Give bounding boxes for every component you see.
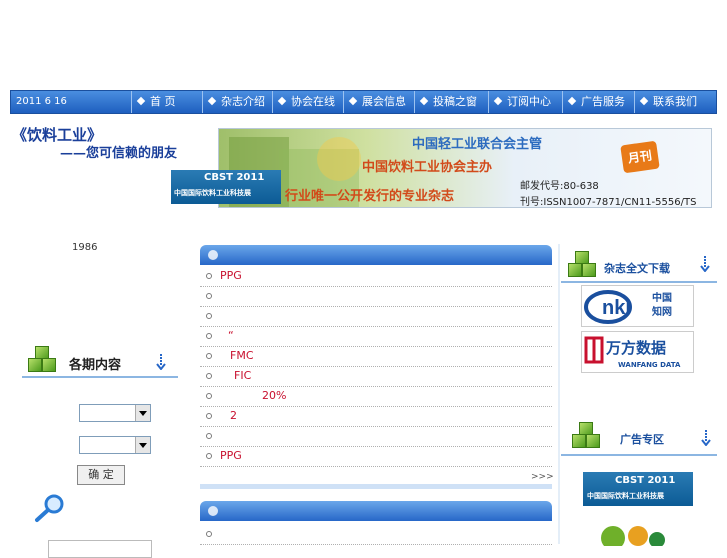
bullet-icon [206, 393, 212, 399]
nav-item-ads[interactable]: 广告服务 [562, 91, 634, 113]
nav-item-home[interactable]: 首 页 [131, 91, 202, 113]
news-panel-header [200, 245, 552, 265]
ads-title: 广告专区 [620, 433, 664, 446]
list-item[interactable] [200, 524, 552, 545]
list-item[interactable]: FIC [200, 366, 552, 387]
list-item[interactable]: 20% [200, 386, 552, 407]
search-input[interactable] [48, 540, 152, 558]
diamond-icon [136, 96, 146, 106]
nav-item-association[interactable]: 协会在线 [272, 91, 343, 113]
bullet-icon [206, 373, 212, 379]
diamond-icon [567, 96, 577, 106]
list-item[interactable]: PPG [200, 446, 552, 467]
list-item[interactable]: 2 [200, 406, 552, 427]
second-panel-header [200, 501, 552, 521]
banner-sponsor: 中国饮料工业协会主办 [362, 160, 493, 175]
nav-item-submission[interactable]: 投稿之窗 [414, 91, 488, 113]
diamond-icon [207, 96, 217, 106]
cubes-icon [26, 346, 58, 374]
bullet-icon [206, 413, 212, 419]
list-item[interactable]: FMC [200, 346, 552, 367]
diamond-icon [277, 96, 287, 106]
chevron-down-icon [135, 437, 150, 453]
list-item[interactable] [200, 426, 552, 447]
cbst-banner-title: CBST 2011 [204, 172, 265, 183]
cbst-ad-title: CBST 2011 [615, 475, 676, 486]
arrow-down-icon [700, 256, 710, 272]
logo-slogan: ——您可信赖的朋友 [60, 146, 178, 161]
nav-date: 2011 6 16 [16, 96, 67, 107]
wanfang-link[interactable]: 万方数据 WANFANG DATA [581, 331, 694, 373]
cnki-link[interactable]: nki 中国知网 [581, 285, 694, 327]
monthly-badge: 月刊 [620, 140, 660, 174]
cbst-ad-subtitle: 中国国际饮料工业科技展 [587, 492, 664, 500]
bullet-icon [206, 273, 212, 279]
bullet-icon [206, 333, 212, 339]
wanfang-label: 万方数据 [606, 339, 667, 357]
issue-select[interactable] [79, 436, 151, 454]
download-title: 杂志全文下载 [604, 262, 670, 275]
list-item[interactable]: “ [200, 326, 552, 347]
bullet-icon [206, 531, 212, 537]
banner-supervisor: 中国轻工业联合会主管 [412, 137, 543, 152]
diamond-icon [639, 96, 649, 106]
arrow-down-icon [156, 354, 166, 370]
cnki-label: 中国知网 [652, 293, 672, 318]
beverage-ad[interactable] [583, 520, 693, 550]
arrow-down-icon [701, 430, 711, 446]
panel-footer [200, 484, 552, 489]
bullet-icon [206, 453, 212, 459]
nav-item-exhibition[interactable]: 展会信息 [343, 91, 414, 113]
bullet-icon [206, 313, 212, 319]
issn-number: 刊号:ISSN1007-7871/CN11-5556/TS [520, 197, 697, 208]
chevron-down-icon [135, 405, 150, 421]
diamond-icon [419, 96, 429, 106]
bullet-icon [206, 293, 212, 299]
nav-label: 协会在线 [291, 95, 335, 108]
nav-label: 首 页 [150, 95, 176, 108]
postal-code: 邮发代号:80-638 [520, 181, 599, 192]
nav-item-contact[interactable]: 联系我们 [634, 91, 710, 113]
more-link[interactable]: >>> [531, 472, 554, 482]
nav-item-intro[interactable]: 杂志介绍 [202, 91, 272, 113]
confirm-button[interactable]: 确 定 [77, 465, 125, 485]
svg-text:nki: nki [602, 297, 631, 319]
year-select[interactable] [79, 404, 151, 422]
founded-year: 1986 [72, 242, 98, 253]
panel-icon [208, 506, 218, 516]
issues-title: 各期内容 [69, 358, 122, 373]
column-divider [558, 244, 560, 544]
beverage-ad-logo [601, 526, 665, 550]
wanfang-sublabel: WANFANG DATA [618, 361, 681, 369]
bullet-icon [206, 353, 212, 359]
cbst-banner-subtitle: 中国国际饮料工业科技展 [174, 189, 251, 197]
list-item[interactable]: PPG [200, 266, 552, 287]
nav-label: 杂志介绍 [221, 95, 265, 108]
search-icon [35, 494, 64, 522]
diamond-icon [348, 96, 358, 106]
cubes-icon [570, 422, 602, 450]
nav-label: 投稿之窗 [433, 95, 477, 108]
cbst-ad[interactable]: CBST 2011 中国国际饮料工业科技展 [583, 472, 693, 506]
nav-item-subscription[interactable]: 订阅中心 [488, 91, 562, 113]
nav-label: 订阅中心 [507, 95, 551, 108]
nav-label: 联系我们 [653, 95, 697, 108]
nav-label: 广告服务 [581, 95, 625, 108]
cnki-logo: nki [584, 290, 632, 324]
list-item[interactable] [200, 286, 552, 307]
diamond-icon [493, 96, 503, 106]
panel-icon [208, 250, 218, 260]
list-item[interactable] [200, 306, 552, 327]
bullet-icon [206, 433, 212, 439]
nav-label: 展会信息 [362, 95, 406, 108]
banner-tagline: 行业唯一公开发行的专业杂志 [285, 189, 455, 204]
cubes-icon [566, 251, 598, 279]
